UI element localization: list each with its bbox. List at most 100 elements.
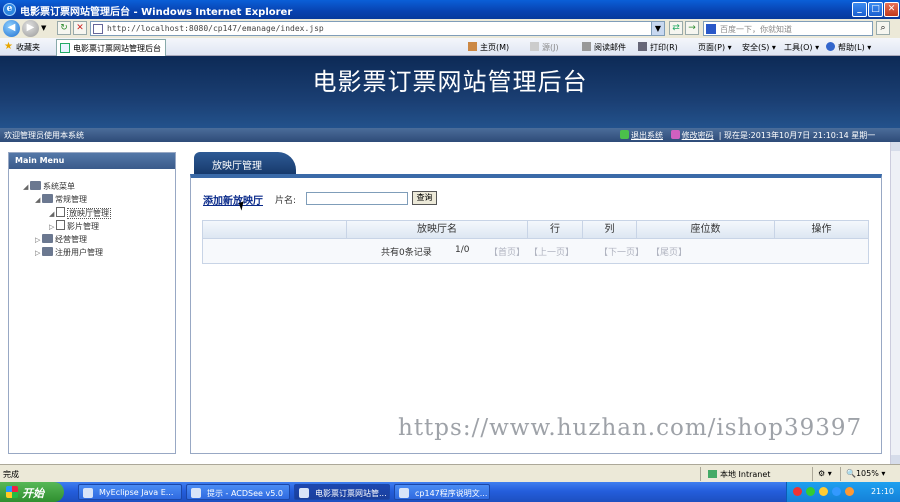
password-icon <box>670 130 680 139</box>
home-button[interactable]: 主页(M) <box>468 42 509 53</box>
expand-icon: ◢ <box>35 196 41 204</box>
help-icon <box>826 42 835 51</box>
page-icon <box>93 24 103 34</box>
tree-item-general[interactable]: ◢ 常规管理 <box>35 194 87 205</box>
next-page-link[interactable]: 【下一页】 <box>599 245 644 258</box>
tray-icon-4[interactable] <box>832 487 841 496</box>
stop-icon[interactable]: ✕ <box>73 21 87 35</box>
task-myeclipse[interactable]: MyEclipse Java E... <box>78 484 182 500</box>
task-doc[interactable]: cp147程序说明文... <box>394 484 490 500</box>
zoom-control[interactable]: 🔍105% ▾ <box>846 469 885 478</box>
sidebar-header: Main Menu <box>9 153 175 169</box>
read-mail-button[interactable]: 阅读邮件 <box>582 42 626 53</box>
print-button[interactable]: 打印(R) <box>638 42 678 53</box>
zone-text: 本地 Intranet <box>708 469 770 480</box>
column-header-seats: 座位数 <box>637 221 775 239</box>
safety-menu[interactable]: 安全(S) ▾ <box>742 42 776 53</box>
windows-flag-icon <box>6 486 18 498</box>
search-icon[interactable]: ⌕ <box>876 21 890 35</box>
tray-icon-1[interactable] <box>793 487 802 496</box>
add-hall-link[interactable]: 添加新放映厅 <box>203 192 263 207</box>
tree-item-hall-management[interactable]: ◢ 放映厅管理 <box>49 207 111 219</box>
collapse-icon: ▷ <box>35 236 41 244</box>
tray-icon-3[interactable] <box>819 487 828 496</box>
document-icon <box>56 220 65 230</box>
ie-logo-icon: e <box>3 3 16 16</box>
system-tray: 21:10 <box>786 482 900 502</box>
tree-item-film-management[interactable]: ▷ 影片管理 <box>49 220 99 232</box>
protected-mode-icon[interactable]: ⚙ ▾ <box>818 469 832 478</box>
page-menu[interactable]: 页面(P) ▾ <box>698 42 732 53</box>
url-text: http://localhost:8080/cp147/emanage/inde… <box>107 24 324 33</box>
hall-table: 放映厅名 行 列 座位数 操作 共有0条记录 1/0 【首页】 【上一页】 【下… <box>202 220 869 264</box>
status-bar: 完成 本地 Intranet ⚙ ▾ 🔍105% ▾ <box>0 464 900 482</box>
film-name-input[interactable] <box>306 192 408 205</box>
logout-link[interactable]: 退出系统 <box>631 131 663 140</box>
ie-icon <box>299 488 309 498</box>
tray-icon-2[interactable] <box>806 487 815 496</box>
folder-icon <box>42 194 53 203</box>
collapse-icon: ▷ <box>35 249 41 257</box>
url-field[interactable]: http://localhost:8080/cp147/emanage/inde… <box>90 21 665 36</box>
watermark-text: https://www.huzhan.com/ishop39397 <box>398 415 863 441</box>
column-header-blank <box>203 221 347 239</box>
tab-page-icon <box>60 43 70 53</box>
task-acdsee[interactable]: 提示 - ACDSee v5.0 <box>186 484 290 500</box>
taskbar: 开始 MyEclipse Java E... 提示 - ACDSee v5.0 … <box>0 482 900 502</box>
query-button[interactable]: 查询 <box>412 191 437 205</box>
column-header-actions: 操作 <box>775 221 868 239</box>
maximize-button[interactable]: □ <box>868 2 883 17</box>
datetime-text: 现在是:2013年10月7日 21:10:14 星期一 <box>723 131 876 140</box>
first-page-link[interactable]: 【首页】 <box>489 245 525 258</box>
window-title-bar: e 电影票订票网站管理后台 - Windows Internet Explore… <box>0 0 900 19</box>
prev-page-link[interactable]: 【上一页】 <box>529 245 574 258</box>
compat-icon[interactable]: ⇄ <box>669 21 683 35</box>
feeds-button[interactable]: 源(J) <box>530 42 559 53</box>
bullet-icon: ◢ <box>49 210 55 218</box>
main-panel <box>190 174 882 454</box>
status-text: 完成 <box>3 470 19 479</box>
start-button[interactable]: 开始 <box>0 482 64 502</box>
search-input[interactable]: 百度一下，你就知道 <box>703 21 873 36</box>
browser-tab[interactable]: 电影票订票网站管理后台 <box>56 39 166 56</box>
nav-dropdown-icon[interactable]: ▼ <box>41 24 46 32</box>
table-footer: 共有0条记录 1/0 【首页】 【上一页】 【下一页】 【尾页】 <box>203 239 868 263</box>
clock: 21:10 <box>870 487 894 496</box>
search-placeholder: 百度一下，你就知道 <box>720 25 792 34</box>
help-menu[interactable]: 帮助(L) ▾ <box>826 42 871 53</box>
tree-item-system-menu[interactable]: ◢ 系统菜单 <box>23 181 75 192</box>
change-password-link[interactable]: 修改密码 <box>682 131 714 140</box>
close-button[interactable]: ✕ <box>884 2 899 17</box>
tab-hall-management[interactable]: 放映厅管理 <box>194 152 296 174</box>
scroll-up-button[interactable] <box>891 142 900 151</box>
myeclipse-icon <box>83 488 93 498</box>
refresh-icon[interactable]: ↻ <box>57 21 71 35</box>
welcome-text: 欢迎管理员使用本系统 <box>4 131 84 140</box>
task-ie[interactable]: 电影票订票网站管... <box>294 484 390 500</box>
expand-icon: ◢ <box>23 183 29 191</box>
last-page-link[interactable]: 【尾页】 <box>651 245 687 258</box>
column-header-hall-name: 放映厅名 <box>347 221 528 239</box>
forward-button[interactable]: ▶ <box>22 20 39 37</box>
baidu-icon <box>706 24 716 34</box>
column-header-cols: 列 <box>583 221 637 239</box>
page-indicator: 1/0 <box>455 245 470 255</box>
tray-icon-5[interactable] <box>845 487 854 496</box>
tree-item-business[interactable]: ▷ 经营管理 <box>35 234 87 245</box>
total-records: 共有0条记录 <box>381 248 432 258</box>
welcome-bar: 欢迎管理员使用本系统 退出系统 修改密码 | 现在是:2013年10月7日 21… <box>0 128 900 142</box>
tools-menu[interactable]: 工具(O) ▾ <box>784 42 819 53</box>
command-bar: ★ 收藏夹 电影票订票网站管理后台 主页(M) 源(J) 阅读邮件 打印(R) … <box>0 38 900 56</box>
url-dropdown-icon[interactable]: ▼ <box>651 22 664 35</box>
scroll-down-button[interactable] <box>891 455 900 464</box>
home-icon <box>468 42 477 51</box>
logout-icon <box>620 130 629 139</box>
vertical-scrollbar[interactable] <box>890 142 900 464</box>
folder-icon <box>42 247 53 256</box>
back-button[interactable]: ◀ <box>3 20 20 37</box>
favorites-button[interactable]: 收藏夹 <box>16 42 40 53</box>
minimize-button[interactable]: _ <box>852 2 867 17</box>
go-icon[interactable]: → <box>685 21 699 35</box>
tree-item-users[interactable]: ▷ 注册用户管理 <box>35 247 103 258</box>
favorites-star-icon: ★ <box>4 41 13 52</box>
